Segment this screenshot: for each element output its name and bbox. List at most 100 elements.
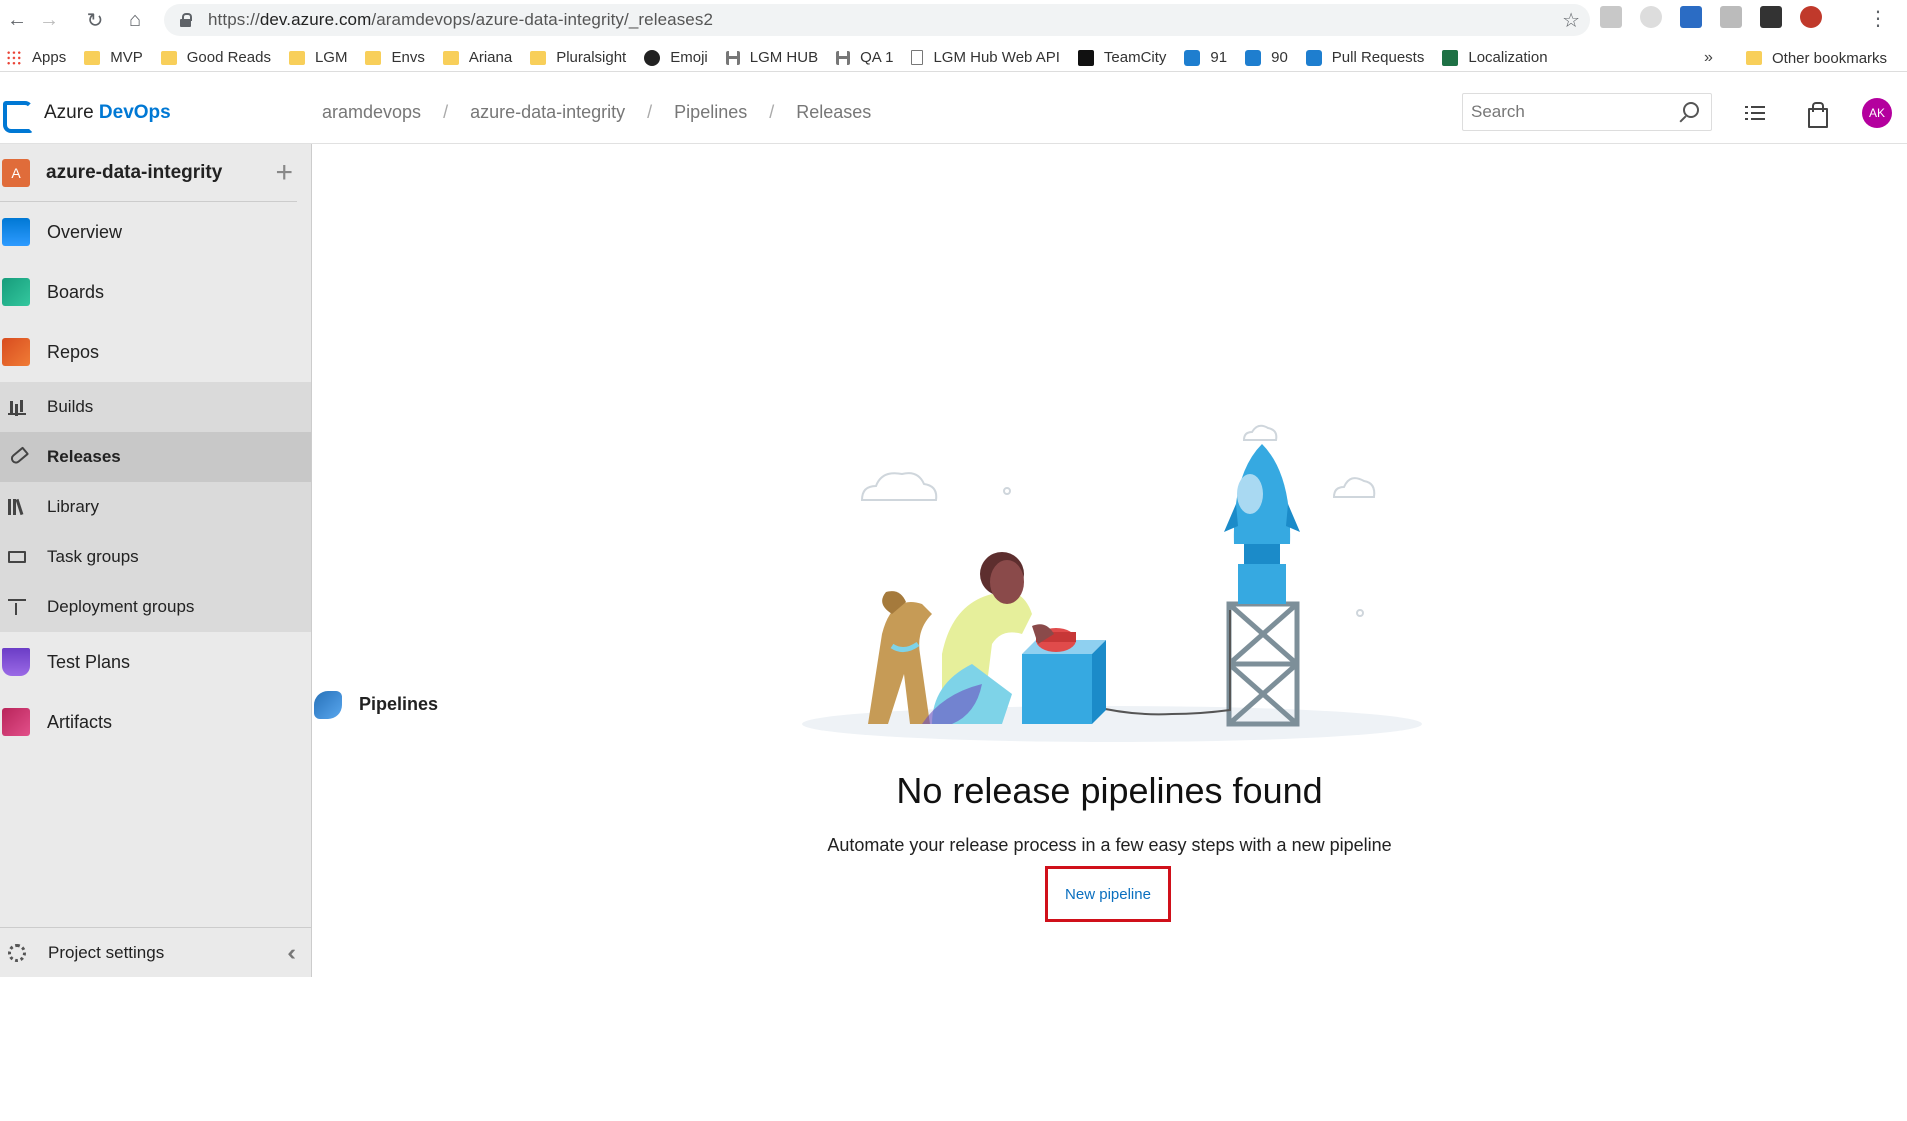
sidebar-item-overview[interactable]: Overview — [0, 202, 311, 262]
sidebar-item-boards[interactable]: Boards — [0, 262, 311, 322]
artifacts-icon — [2, 708, 30, 736]
search-icon[interactable] — [1683, 102, 1699, 118]
folder-icon — [365, 50, 382, 65]
repos-icon — [2, 338, 30, 366]
folder-icon — [160, 50, 177, 65]
bookmark-item[interactable]: Apps — [6, 49, 66, 66]
marketplace-bag-icon[interactable] — [1805, 102, 1829, 128]
sidebar-item-repos[interactable]: Repos — [0, 322, 311, 382]
url-text[interactable]: https://dev.azure.com/aramdevops/azure-d… — [208, 10, 713, 30]
add-icon[interactable]: + — [275, 156, 293, 190]
apps-grid-icon — [6, 49, 22, 66]
sidebar-subitem-label: Builds — [47, 397, 94, 416]
bookmark-item[interactable]: Envs — [365, 49, 425, 66]
breadcrumb-releases[interactable]: Releases — [796, 102, 871, 123]
bookmark-star-icon[interactable]: ☆ — [1562, 8, 1580, 33]
azure-devops-logo-icon — [0, 98, 33, 133]
profile-icon[interactable] — [1800, 6, 1822, 28]
logo-text-azure: Azure — [44, 102, 94, 123]
breadcrumb-organization[interactable]: aramdevops — [322, 102, 421, 123]
home-icon[interactable]: ⌂ — [120, 5, 150, 35]
bookmark-label: Apps — [32, 49, 67, 66]
github-icon — [644, 49, 661, 66]
extension-icon[interactable] — [1640, 6, 1662, 28]
bookmark-item[interactable]: Ariana — [442, 49, 513, 66]
folder-icon — [442, 50, 459, 65]
sidebar-subitem-library[interactable]: Library — [0, 482, 311, 532]
address-bar[interactable]: https://dev.azure.com/aramdevops/azure-d… — [164, 4, 1590, 36]
bookmarks-bar: Apps MVP Good Reads LGM Envs Ariana Pluralsigh… — [0, 44, 1907, 72]
extension-icon[interactable] — [1760, 6, 1782, 28]
bookmark-item[interactable]: MVP — [84, 49, 143, 66]
azure-icon — [1184, 49, 1201, 66]
sidebar-item-label: Overview — [47, 221, 123, 242]
search-box[interactable] — [1462, 93, 1712, 131]
avatar[interactable]: AK — [1862, 98, 1892, 128]
folder-icon — [1746, 51, 1762, 65]
sidebar-item-label: Boards — [47, 281, 105, 302]
boards-icon — [2, 278, 30, 306]
bookmark-item[interactable]: QA 1 — [836, 49, 893, 66]
azure-devops-logo[interactable]: Azure DevOps — [0, 98, 171, 133]
sidebar-subitem-builds[interactable]: Builds — [0, 382, 311, 432]
library-icon — [8, 499, 26, 515]
collapse-sidebar-icon[interactable]: ‹‹ — [287, 940, 295, 966]
main-content: No release pipelines found Automate your… — [312, 144, 1907, 977]
bookmark-label: Ariana — [468, 49, 513, 66]
other-bookmarks[interactable]: Other bookmarks — [1746, 44, 1887, 72]
sidebar-item-label: Test Plans — [47, 651, 131, 672]
app-header: Azure DevOps aramdevops / azure-data-int… — [0, 82, 1907, 144]
extensions-area — [1600, 6, 1840, 28]
sidebar-subitem-task-groups[interactable]: Task groups — [0, 532, 311, 582]
sidebar-subitem-releases[interactable]: Releases — [0, 432, 311, 482]
bookmark-item[interactable]: 90 — [1245, 49, 1288, 66]
project-header[interactable]: A azure-data-integrity — [0, 144, 297, 202]
bookmark-item[interactable]: LGM Hub Web API — [911, 49, 1060, 66]
folder-icon — [84, 50, 101, 65]
forward-arrow-icon[interactable]: → — [34, 5, 64, 35]
rocket-icon — [8, 449, 26, 465]
breadcrumb: aramdevops / azure-data-integrity / Pipe… — [322, 102, 872, 123]
hublink-icon — [725, 50, 740, 65]
bookmarks-more-icon[interactable]: » — [1704, 44, 1713, 72]
bookmark-label: 90 — [1271, 49, 1288, 66]
bookmark-item[interactable]: Emoji — [644, 49, 708, 66]
other-bookmarks-label: Other bookmarks — [1772, 49, 1888, 67]
deployment-groups-icon — [8, 599, 26, 615]
back-arrow-icon[interactable]: ← — [2, 5, 32, 35]
folder-icon — [530, 50, 547, 65]
bookmark-item[interactable]: Pluralsight — [530, 49, 626, 66]
sidebar-item-test-plans[interactable]: Test Plans — [0, 632, 311, 692]
sidebar-item-project-settings[interactable]: Project settings ‹‹ — [0, 927, 312, 977]
bookmark-item[interactable]: LGM — [288, 49, 347, 66]
bookmark-label: Pluralsight — [556, 49, 627, 66]
work-items-list-icon[interactable] — [1745, 102, 1769, 124]
page-icon — [911, 50, 924, 65]
bookmark-label: Pull Requests — [1331, 49, 1425, 66]
pipelines-group: Pipelines Builds Releases Library Task g… — [0, 382, 438, 719]
bookmark-item[interactable]: LGM HUB — [725, 49, 818, 66]
builds-icon — [8, 399, 26, 415]
bookmark-item[interactable]: Good Reads — [160, 49, 271, 66]
extension-icon[interactable] — [1600, 6, 1622, 28]
extension-icon[interactable] — [1680, 6, 1702, 28]
sidebar-item-artifacts[interactable]: Artifacts — [0, 692, 311, 752]
bookmark-item[interactable]: TeamCity — [1077, 49, 1166, 66]
bookmark-item[interactable]: Localization — [1442, 49, 1548, 66]
project-badge: A — [2, 158, 30, 187]
search-input[interactable] — [1471, 102, 1671, 122]
bookmark-item[interactable]: 91 — [1184, 49, 1227, 66]
extension-icon[interactable] — [1720, 6, 1742, 28]
breadcrumb-pipelines[interactable]: Pipelines — [674, 102, 747, 123]
bookmark-label: Localization — [1468, 49, 1548, 66]
folder-icon — [288, 50, 305, 65]
reload-icon[interactable]: ↻ — [80, 5, 110, 35]
breadcrumb-project[interactable]: azure-data-integrity — [470, 102, 625, 123]
bookmark-item[interactable]: Pull Requests — [1305, 49, 1425, 66]
browser-menu-icon[interactable]: ⋮ — [1868, 6, 1888, 32]
azure-icon — [1245, 49, 1262, 66]
sidebar: A azure-data-integrity + Overview Boards… — [0, 144, 438, 977]
new-pipeline-button[interactable]: New pipeline — [1045, 866, 1171, 922]
bookmark-label: Emoji — [670, 49, 708, 66]
sidebar-subitem-deployment-groups[interactable]: Deployment groups — [0, 582, 311, 632]
